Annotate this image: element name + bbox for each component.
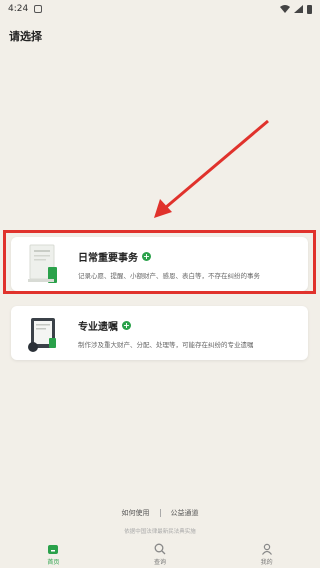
- signal-icon: [294, 5, 303, 13]
- footer-divider: [159, 509, 161, 517]
- how-to-use-link[interactable]: 如何使用: [122, 508, 150, 518]
- search-icon: [154, 543, 166, 555]
- tab-label: 首页: [47, 559, 60, 566]
- tablet-signing-icon: [25, 312, 61, 354]
- tab-profile[interactable]: 我的: [237, 543, 297, 566]
- tab-label: 我的: [260, 559, 273, 566]
- status-left: 4:24: [8, 4, 43, 14]
- tab-home[interactable]: 首页: [23, 543, 83, 566]
- notification-icon: [34, 5, 43, 13]
- plus-icon: +: [122, 320, 131, 330]
- footer-links: 如何使用 公益通道: [0, 508, 320, 518]
- tab-bar: 首页 查询 我的: [0, 541, 320, 568]
- highlight-frame-annotation: [3, 230, 316, 294]
- tab-label: 查询: [153, 559, 166, 566]
- status-time: 4:24: [8, 4, 29, 14]
- status-bar: 4:24: [0, 0, 320, 18]
- footer-note: 依据中国法律最新民法典实施: [124, 529, 196, 535]
- status-right: [280, 4, 312, 14]
- battery-icon: [307, 4, 312, 14]
- card-professional-will[interactable]: 专业遗嘱 + 制作涉及重大财产、分配、处理等，可能存在纠纷的专业遗嘱: [11, 306, 308, 360]
- card-title: 专业遗嘱: [78, 321, 118, 333]
- card-text: 专业遗嘱 + 制作涉及重大财产、分配、处理等，可能存在纠纷的专业遗嘱: [78, 318, 254, 349]
- card-title-row: 专业遗嘱 +: [78, 318, 254, 333]
- page-title: 请选择: [9, 30, 42, 43]
- user-icon: [261, 543, 272, 555]
- public-channel-link[interactable]: 公益通道: [171, 508, 199, 518]
- card-description: 制作涉及重大财产、分配、处理等，可能存在纠纷的专业遗嘱: [78, 340, 254, 349]
- tab-search[interactable]: 查询: [130, 543, 190, 566]
- home-icon: [48, 545, 59, 554]
- wifi-icon: [280, 5, 290, 13]
